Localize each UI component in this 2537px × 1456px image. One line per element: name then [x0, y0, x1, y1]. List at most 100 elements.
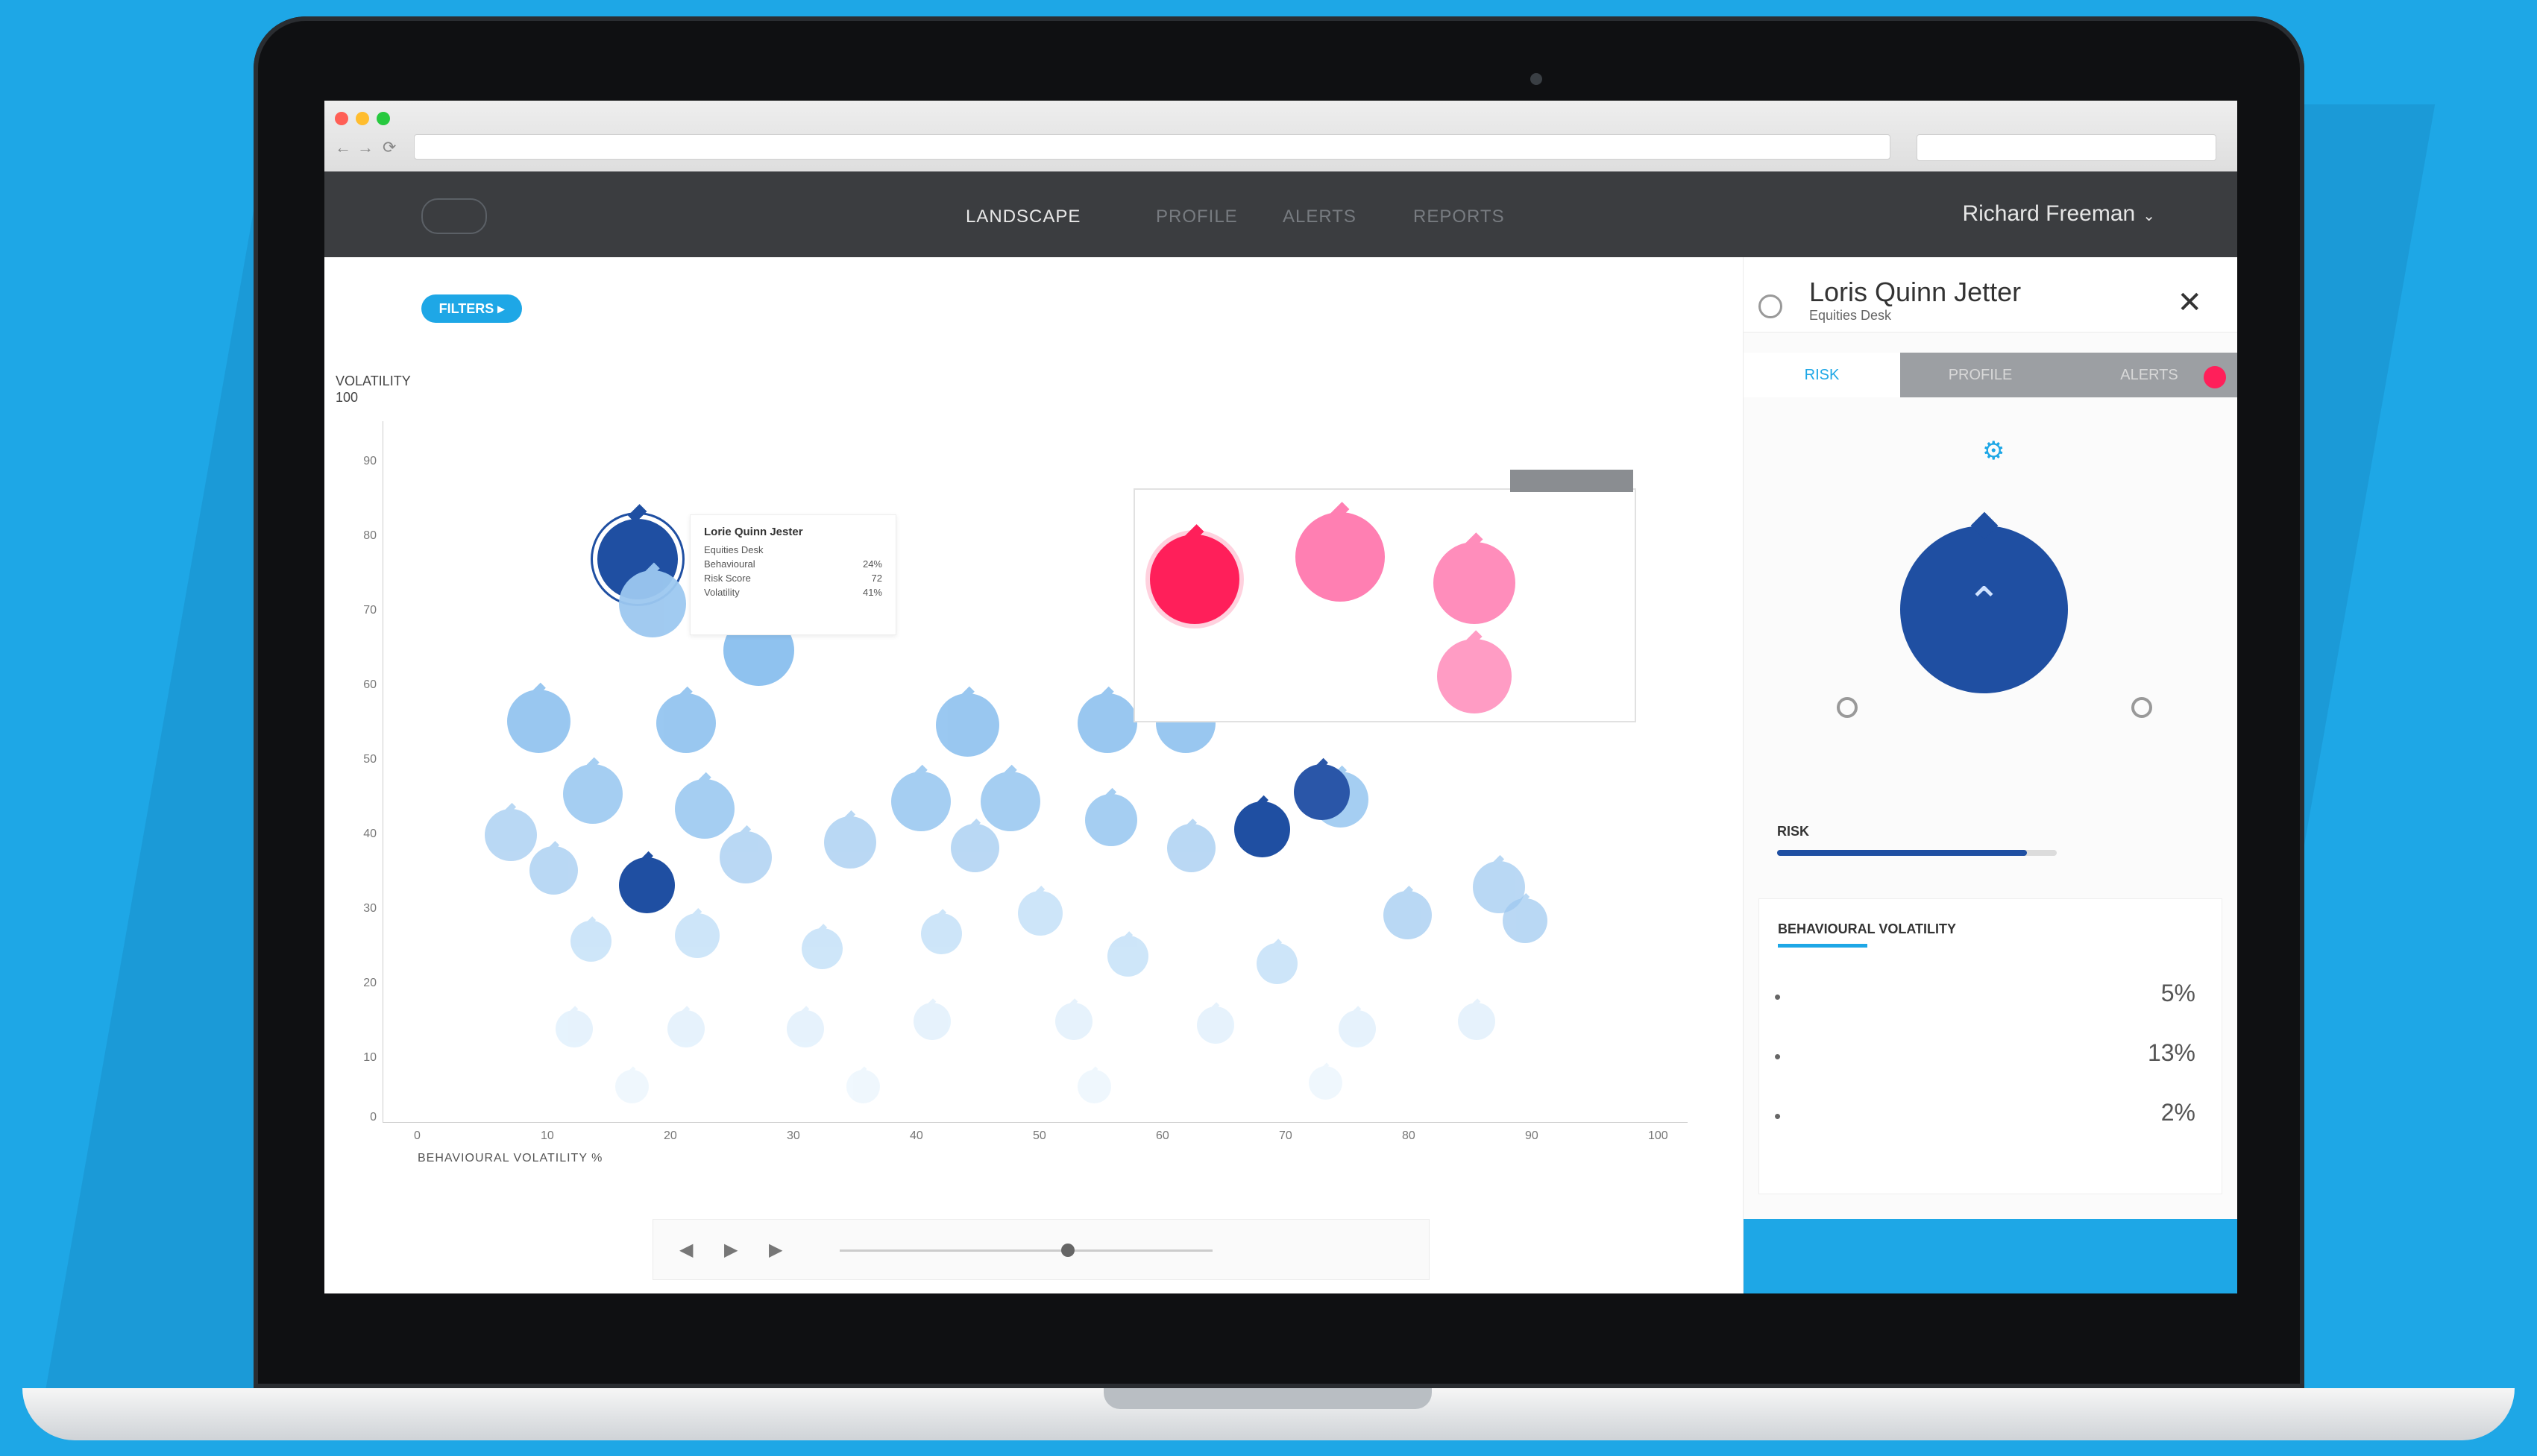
browser-chrome: ← → ⟳ — [324, 101, 2237, 172]
employee-bubble[interactable] — [824, 816, 876, 869]
back-icon[interactable]: ← — [335, 138, 351, 157]
chevron-down-icon: ⌄ — [2143, 208, 2155, 224]
tab-profile[interactable]: PROFILE — [1900, 353, 2060, 397]
y-tick: 70 — [363, 604, 377, 617]
employee-bubble[interactable] — [485, 809, 537, 861]
bv-row: • 2% — [1774, 1093, 2207, 1145]
filters-pill[interactable]: FILTERS ▸ — [421, 294, 522, 323]
employee-bubble[interactable] — [802, 928, 843, 969]
employee-bubble[interactable] — [720, 831, 772, 883]
x-axis-title: BEHAVIOURAL VOLATILITY % — [418, 1152, 603, 1165]
employee-bubble-dark[interactable] — [1294, 764, 1350, 820]
employee-bubble[interactable] — [1339, 1010, 1376, 1047]
employee-bubble[interactable] — [667, 1010, 705, 1047]
maximize-dot[interactable] — [377, 112, 390, 125]
primary-action-button[interactable] — [1744, 1219, 2237, 1293]
forward-icon[interactable]: → — [357, 138, 374, 157]
employee-bubble[interactable] — [1503, 898, 1547, 943]
employee-bubble[interactable] — [563, 764, 623, 824]
y-tick: 90 — [363, 455, 377, 467]
employee-bubble[interactable] — [1055, 1003, 1093, 1040]
address-bar[interactable] — [414, 134, 1890, 160]
employee-bubble[interactable] — [675, 779, 735, 839]
employee-bubble[interactable] — [1458, 1003, 1495, 1040]
small-ring-icon[interactable] — [2131, 697, 2152, 718]
tab-profile[interactable]: PROFILE — [1156, 207, 1238, 227]
employee-bubble[interactable] — [507, 690, 570, 753]
reload-icon[interactable]: ⟳ — [383, 138, 396, 157]
y-tick: 60 — [363, 678, 377, 691]
employee-bubble[interactable] — [1078, 693, 1137, 753]
bullet-icon: • — [1774, 986, 1782, 1008]
employee-bubble[interactable] — [981, 772, 1040, 831]
minimize-dot[interactable] — [356, 112, 369, 125]
employee-bubble[interactable] — [675, 913, 720, 958]
employee-bubble[interactable] — [615, 1070, 649, 1103]
employee-bubble[interactable] — [1078, 1070, 1111, 1103]
close-icon[interactable]: ✕ — [2177, 286, 2202, 320]
tab-reports[interactable]: REPORTS — [1413, 207, 1505, 227]
employee-bubble-dark[interactable] — [619, 857, 675, 913]
employee-bubble-dark[interactable] — [1234, 801, 1290, 857]
employee-bubble[interactable] — [1107, 936, 1148, 977]
employee-large-bubble[interactable]: ⌃ — [1900, 526, 2068, 693]
next-icon[interactable]: ▶ — [769, 1239, 782, 1261]
alerts-inset — [1134, 488, 1636, 722]
alert-bubble[interactable] — [1433, 542, 1515, 624]
alert-bubble[interactable] — [1437, 639, 1512, 713]
play-icon[interactable]: ▶ — [724, 1239, 738, 1261]
employee-bubble[interactable] — [1167, 824, 1216, 872]
tooltip-row: Risk Score 72 — [704, 573, 882, 584]
settings-icon[interactable]: ⚙ — [1982, 436, 2005, 466]
employee-bubble[interactable] — [1383, 891, 1432, 939]
employee-bubble[interactable] — [1197, 1006, 1234, 1044]
y-tick: 50 — [363, 753, 377, 766]
employee-bubble[interactable] — [951, 824, 999, 872]
employee-bubble[interactable] — [891, 772, 951, 831]
close-dot[interactable] — [335, 112, 348, 125]
employee-icon — [1758, 294, 1782, 318]
employee-bubble[interactable] — [914, 1003, 951, 1040]
prev-icon[interactable]: ◀ — [679, 1239, 693, 1261]
alert-bubble[interactable] — [1295, 512, 1385, 602]
app-logo[interactable] — [421, 198, 487, 234]
y-tick: 40 — [363, 828, 377, 840]
bv-row: • 13% — [1774, 1033, 2207, 1085]
employee-bubble[interactable] — [656, 693, 716, 753]
employee-bubble[interactable] — [570, 921, 612, 962]
employee-bubble[interactable] — [556, 1010, 593, 1047]
browser-search[interactable] — [1917, 134, 2216, 161]
inset-tag[interactable] — [1510, 470, 1633, 492]
employee-bubble[interactable] — [1257, 943, 1298, 984]
timeline-knob[interactable] — [1061, 1244, 1075, 1257]
employee-bubble[interactable] — [846, 1070, 880, 1103]
risk-bar — [1777, 850, 2027, 856]
x-tick: 100 — [1648, 1129, 1668, 1142]
bv-value: 2% — [2160, 1099, 2195, 1126]
timeline-slider[interactable] — [840, 1244, 1213, 1257]
employee-bubble[interactable] — [1309, 1066, 1342, 1100]
tooltip-row: Volatility 41% — [704, 587, 882, 598]
y-tick: 20 — [363, 977, 377, 989]
y-tick: 30 — [363, 902, 377, 915]
bv-value: 13% — [2147, 1039, 2195, 1066]
employee-bubble[interactable] — [529, 846, 578, 895]
app-screen: ← → ⟳ LANDSCAPE PROFILE ALERTS REPORTS R… — [324, 101, 2237, 1293]
laptop-notch — [1104, 1388, 1432, 1409]
employee-bubble[interactable] — [1085, 794, 1137, 846]
employee-bubble[interactable] — [1018, 891, 1063, 936]
tab-landscape[interactable]: LANDSCAPE — [966, 207, 1081, 227]
user-menu[interactable]: Richard Freeman ⌄ — [1962, 201, 2155, 227]
tab-alerts[interactable]: ALERTS — [1283, 207, 1356, 227]
employee-bubble[interactable] — [619, 570, 686, 637]
employee-bubble[interactable] — [787, 1010, 824, 1047]
tab-risk[interactable]: RISK — [1744, 353, 1900, 397]
x-tick: 70 — [1279, 1129, 1292, 1142]
x-tick: 30 — [787, 1129, 800, 1142]
alert-bubble-critical[interactable] — [1150, 535, 1239, 624]
tooltip-row: Behavioural 24% — [704, 558, 882, 570]
employee-bubble[interactable] — [921, 913, 962, 954]
small-ring-icon[interactable] — [1837, 697, 1858, 718]
bv-row: • 5% — [1774, 974, 2207, 1026]
employee-bubble[interactable] — [936, 693, 999, 757]
